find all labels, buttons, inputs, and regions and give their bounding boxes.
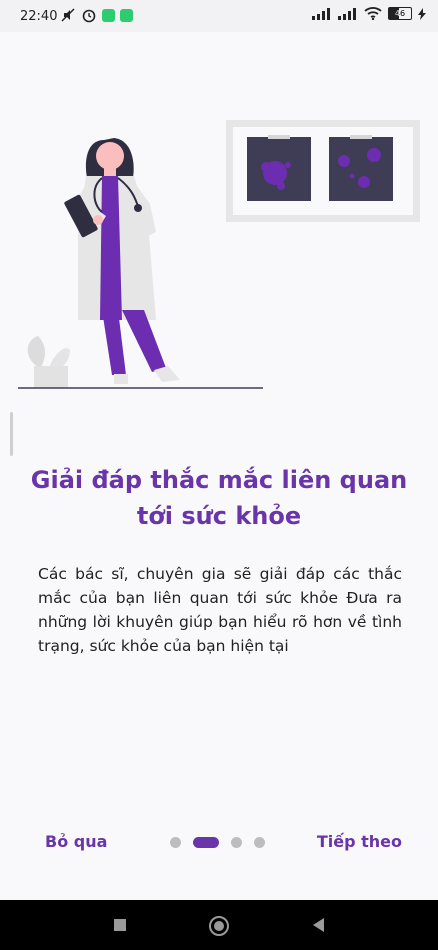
system-navigation-bar bbox=[0, 900, 438, 950]
onboarding-title: Giải đáp thắc mắc liên quan tới sức khỏe bbox=[30, 466, 408, 530]
status-bar: 22:40 46 bbox=[0, 0, 438, 32]
recent-apps-icon[interactable] bbox=[114, 919, 126, 931]
app-notification-icon bbox=[120, 8, 133, 22]
edge-handle[interactable] bbox=[10, 412, 13, 456]
next-button[interactable]: Tiếp theo bbox=[317, 832, 402, 851]
charging-icon bbox=[418, 7, 426, 20]
signal-icon bbox=[312, 7, 330, 20]
signal-icon bbox=[338, 7, 356, 20]
page-dot[interactable] bbox=[254, 837, 265, 848]
battery-icon: 46 bbox=[388, 7, 412, 20]
page-dot[interactable] bbox=[231, 837, 242, 848]
page-dot[interactable] bbox=[170, 837, 181, 848]
onboarding-description: Các bác sĩ, chuyên gia sẽ giải đáp các t… bbox=[38, 565, 402, 655]
home-icon[interactable] bbox=[209, 916, 229, 936]
status-system-icons: 46 bbox=[312, 7, 426, 20]
skip-button[interactable]: Bỏ qua bbox=[45, 832, 107, 851]
status-notification-icons bbox=[60, 7, 133, 23]
mute-icon bbox=[61, 8, 75, 22]
doctor-illustration bbox=[18, 120, 420, 389]
page-indicator bbox=[170, 837, 265, 848]
wifi-icon bbox=[364, 7, 382, 20]
back-icon[interactable] bbox=[313, 918, 324, 932]
page-dot-active[interactable] bbox=[193, 837, 219, 848]
status-time: 22:40 bbox=[20, 9, 58, 24]
app-notification-icon bbox=[102, 8, 115, 22]
battery-level: 46 bbox=[394, 9, 406, 18]
alarm-icon bbox=[82, 9, 96, 23]
